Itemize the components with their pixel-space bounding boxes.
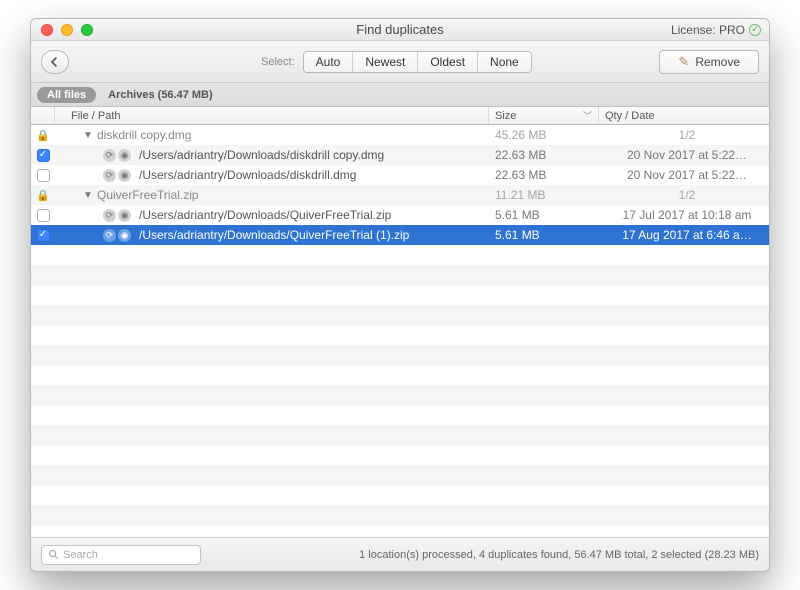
close-window[interactable] <box>41 24 53 36</box>
group-name: diskdrill copy.dmg <box>97 128 191 142</box>
search-icon <box>48 549 59 560</box>
select-oldest[interactable]: Oldest <box>418 52 478 72</box>
broom-icon: ✎ <box>678 54 689 70</box>
row-checkbox[interactable] <box>37 209 50 222</box>
minimize-window[interactable] <box>61 24 73 36</box>
sort-desc-icon: ﹀ <box>583 109 592 122</box>
empty-row <box>31 505 769 525</box>
select-group: Select: Auto Newest Oldest None <box>261 51 532 73</box>
tab-all-files[interactable]: All files <box>37 87 96 103</box>
filter-tabs: All files Archives (56.47 MB) <box>31 83 769 107</box>
empty-row <box>31 465 769 485</box>
group-size: 45.26 MB <box>489 128 599 142</box>
col-date[interactable]: Qty / Date <box>599 107 769 124</box>
preview-icon[interactable]: ◉ <box>118 229 131 242</box>
titlebar: Find duplicates License: PRO ✓ <box>31 19 769 41</box>
row-action-icons: ⟳◉ <box>103 229 131 242</box>
group-name: QuiverFreeTrial.zip <box>97 188 199 202</box>
file-size: 5.61 MB <box>489 228 599 242</box>
file-size: 22.63 MB <box>489 148 599 162</box>
file-row[interactable]: ⟳◉ /Users/adriantry/Downloads/QuiverFreeT… <box>31 225 769 245</box>
zoom-window[interactable] <box>81 24 93 36</box>
empty-row <box>31 245 769 265</box>
reveal-icon[interactable]: ⟳ <box>103 149 116 162</box>
search-placeholder: Search <box>63 549 98 561</box>
col-size[interactable]: Size ﹀ <box>489 107 599 124</box>
col-file[interactable]: File / Path <box>55 107 489 124</box>
empty-row <box>31 485 769 505</box>
file-row[interactable]: ⟳◉ /Users/adriantry/Downloads/diskdrill.d… <box>31 165 769 185</box>
select-newest[interactable]: Newest <box>353 52 418 72</box>
license-label: License: PRO <box>671 23 745 37</box>
status-message: 1 location(s) processed, 4 duplicates fo… <box>359 549 759 561</box>
remove-label: Remove <box>695 55 740 69</box>
row-checkbox[interactable] <box>37 149 50 162</box>
col-size-label: Size <box>495 110 516 122</box>
group-size: 11.21 MB <box>489 188 599 202</box>
window-title: Find duplicates <box>31 22 769 37</box>
app-window: Find duplicates License: PRO ✓ Select: A… <box>30 18 770 572</box>
row-action-icons: ⟳◉ <box>103 169 131 182</box>
file-path: /Users/adriantry/Downloads/diskdrill.dmg <box>139 168 356 182</box>
select-auto[interactable]: Auto <box>304 52 354 72</box>
preview-icon[interactable]: ◉ <box>118 209 131 222</box>
toolbar: Select: Auto Newest Oldest None ✎ Remove <box>31 41 769 83</box>
back-arrow-icon <box>49 56 61 68</box>
window-controls <box>31 24 93 36</box>
empty-row <box>31 445 769 465</box>
empty-row <box>31 385 769 405</box>
empty-row <box>31 285 769 305</box>
empty-row <box>31 305 769 325</box>
file-path: /Users/adriantry/Downloads/QuiverFreeTri… <box>139 208 391 222</box>
file-date: 20 Nov 2017 at 5:22… <box>599 148 769 162</box>
file-row[interactable]: ⟳◉ /Users/adriantry/Downloads/diskdrill c… <box>31 145 769 165</box>
group-qty: 1/2 <box>599 128 769 142</box>
select-none[interactable]: None <box>478 52 531 72</box>
empty-row <box>31 525 769 537</box>
empty-row <box>31 345 769 365</box>
group-row[interactable]: 🔒 ▼ diskdrill copy.dmg 45.26 MB1/2 <box>31 125 769 145</box>
file-date: 17 Aug 2017 at 6:46 a… <box>599 228 769 242</box>
empty-row <box>31 425 769 445</box>
disclosure-triangle-icon[interactable]: ▼ <box>83 130 93 141</box>
file-row[interactable]: ⟳◉ /Users/adriantry/Downloads/QuiverFreeT… <box>31 205 769 225</box>
back-button[interactable] <box>41 50 69 74</box>
results-table[interactable]: 🔒▼diskdrill copy.dmg45.26 MB1/2⟳◉/Users/… <box>31 125 769 537</box>
group-qty: 1/2 <box>599 188 769 202</box>
row-action-icons: ⟳◉ <box>103 149 131 162</box>
file-path: /Users/adriantry/Downloads/diskdrill cop… <box>139 148 384 162</box>
col-checkbox[interactable] <box>31 107 55 124</box>
preview-icon[interactable]: ◉ <box>118 149 131 162</box>
file-size: 5.61 MB <box>489 208 599 222</box>
disclosure-triangle-icon[interactable]: ▼ <box>83 190 93 201</box>
reveal-icon[interactable]: ⟳ <box>103 169 116 182</box>
preview-icon[interactable]: ◉ <box>118 169 131 182</box>
empty-row <box>31 325 769 345</box>
select-label: Select: <box>261 56 295 68</box>
check-icon: ✓ <box>749 24 761 36</box>
empty-row <box>31 265 769 285</box>
license-indicator[interactable]: License: PRO ✓ <box>671 23 769 37</box>
file-date: 20 Nov 2017 at 5:22… <box>599 168 769 182</box>
tab-archives[interactable]: Archives (56.47 MB) <box>108 89 213 101</box>
file-path: /Users/adriantry/Downloads/QuiverFreeTri… <box>139 228 409 242</box>
row-action-icons: ⟳◉ <box>103 209 131 222</box>
row-checkbox[interactable] <box>37 169 50 182</box>
file-date: 17 Jul 2017 at 10:18 am <box>599 208 769 222</box>
empty-row <box>31 365 769 385</box>
file-size: 22.63 MB <box>489 168 599 182</box>
remove-button[interactable]: ✎ Remove <box>659 50 759 74</box>
lock-icon: 🔒 <box>31 129 55 142</box>
statusbar: Search 1 location(s) processed, 4 duplic… <box>31 537 769 571</box>
column-headers: File / Path Size ﹀ Qty / Date <box>31 107 769 125</box>
select-segmented: Auto Newest Oldest None <box>303 51 532 73</box>
lock-icon: 🔒 <box>31 189 55 202</box>
reveal-icon[interactable]: ⟳ <box>103 209 116 222</box>
reveal-icon[interactable]: ⟳ <box>103 229 116 242</box>
group-row[interactable]: 🔒 ▼ QuiverFreeTrial.zip 11.21 MB1/2 <box>31 185 769 205</box>
empty-row <box>31 405 769 425</box>
search-input[interactable]: Search <box>41 545 201 565</box>
row-checkbox[interactable] <box>37 229 50 242</box>
